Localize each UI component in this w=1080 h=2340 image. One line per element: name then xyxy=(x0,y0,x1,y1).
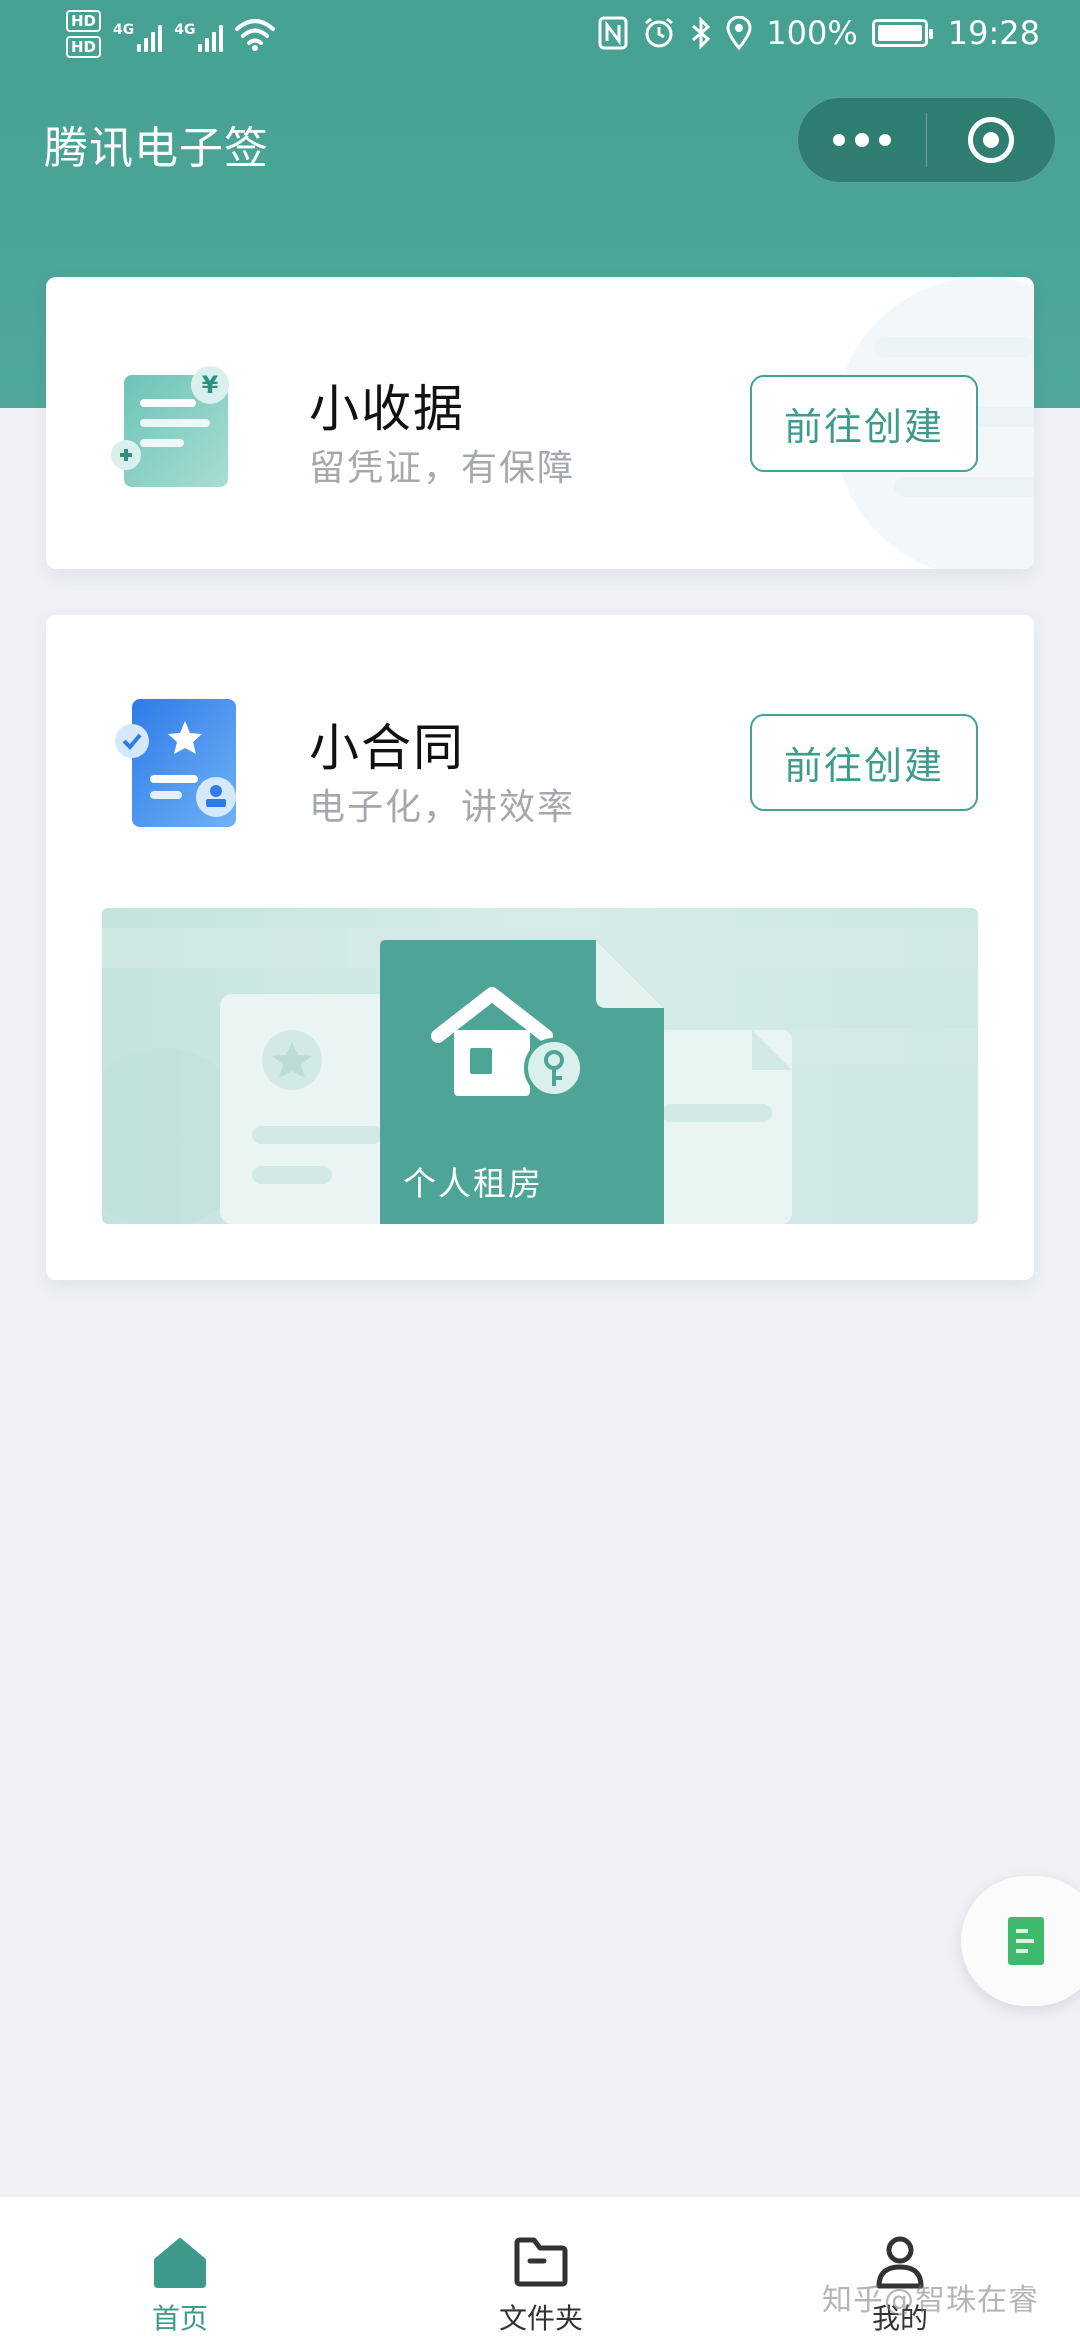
status-bar: HD HD 4G 4G 100% 19:28 xyxy=(0,0,1080,80)
status-right: 100% 19:28 xyxy=(598,14,1040,52)
tab-label: 首页 xyxy=(151,2302,208,2335)
watermark: 知乎@智珠在睿 xyxy=(822,2283,1039,2318)
battery-percent: 100% xyxy=(766,14,858,52)
banner-label: 个人租房 xyxy=(403,1164,543,1203)
card-title: 小收据 xyxy=(309,380,465,438)
nfc-icon xyxy=(598,16,628,50)
card-subtitle: 电子化，讲效率 xyxy=(309,787,576,828)
create-contract-button[interactable]: 前往创建 xyxy=(750,714,978,811)
svg-text:¥: ¥ xyxy=(202,371,219,399)
home-icon xyxy=(154,2238,206,2288)
signal-1-icon: 4G xyxy=(113,16,163,52)
card-title: 小合同 xyxy=(309,719,465,777)
contract-icon xyxy=(115,699,236,827)
receipt-card[interactable]: ¥ 小收据 留凭证，有保障 前往创建 xyxy=(46,277,1034,569)
folder-icon xyxy=(514,2237,568,2287)
signal-2-icon: 4G xyxy=(174,16,224,52)
receipt-icon: ¥ xyxy=(111,366,229,487)
more-menu-button[interactable] xyxy=(798,97,926,183)
wifi-icon xyxy=(235,19,276,51)
status-left: HD HD 4G 4G xyxy=(66,10,276,58)
floating-document-button[interactable] xyxy=(961,1876,1080,2006)
page-title: 腾讯电子签 xyxy=(44,123,269,174)
miniprogram-capsule xyxy=(797,97,1056,183)
tab-label: 文件夹 xyxy=(498,2302,583,2335)
document-icon xyxy=(1008,1917,1044,1965)
tab-home[interactable]: 首页 xyxy=(80,2197,280,2340)
bluetooth-icon xyxy=(692,16,711,50)
close-miniprogram-button[interactable] xyxy=(927,97,1055,183)
hd-badge-2: HD xyxy=(66,36,102,58)
create-receipt-button[interactable]: 前往创建 xyxy=(750,375,978,472)
card-subtitle: 留凭证，有保障 xyxy=(309,448,576,489)
location-icon xyxy=(726,16,752,50)
contract-card[interactable]: 小合同 电子化，讲效率 前往创建 个人租房 xyxy=(46,615,1034,1280)
hd-badge-1: HD xyxy=(66,10,102,32)
clock: 19:28 xyxy=(947,14,1040,52)
battery-icon xyxy=(871,19,933,47)
alarm-icon xyxy=(645,17,674,48)
rental-template-banner[interactable]: 个人租房 xyxy=(102,908,978,1224)
target-icon xyxy=(968,117,1014,163)
tab-folder[interactable]: 文件夹 xyxy=(441,2197,641,2340)
